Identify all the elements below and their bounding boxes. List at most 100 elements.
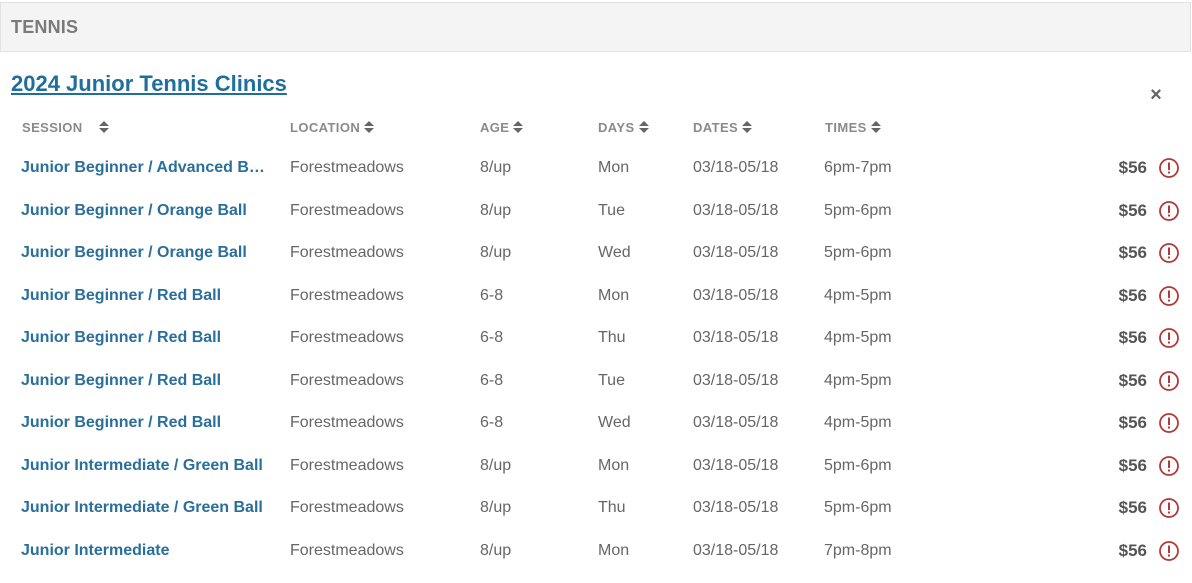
session-link[interactable]: Junior Beginner / Red Ball — [21, 371, 271, 391]
age-cell: 8/up — [480, 159, 512, 176]
price-cell: $56 — [1118, 498, 1147, 517]
alert-circle-icon[interactable] — [1158, 200, 1180, 222]
dates-cell: 03/18-05/18 — [693, 244, 779, 261]
column-header-label: SESSION — [22, 119, 83, 135]
times-cell: 7pm-8pm — [824, 541, 892, 559]
location-cell: Forestmeadows — [290, 201, 404, 219]
table-row[interactable]: Junior Intermediate Forestmeadows 8/up Mon 0… — [0, 541, 1192, 583]
times-cell: 5pm-6pm — [824, 456, 892, 474]
alert-circle-icon[interactable] — [1158, 370, 1180, 392]
dates-cell: 03/18-05/18 — [693, 286, 779, 304]
table-row[interactable]: Junior Beginner / Red Ball Forestmeadows 6… — [0, 328, 1192, 370]
price-cell: $56 — [1118, 370, 1147, 390]
column-header-label: AGE — [480, 119, 510, 135]
age-cell: 6-8 — [480, 329, 504, 346]
column-header-session[interactable]: SESSION — [22, 119, 109, 135]
times-cell: 5pm-6pm — [824, 201, 892, 219]
price-cell: $56 — [1118, 200, 1147, 220]
alert-circle-icon[interactable] — [1158, 540, 1180, 562]
dates-cell: 03/18-05/18 — [693, 371, 779, 389]
age-cell: 8/up — [480, 244, 512, 261]
age-cell: 6-8 — [480, 371, 504, 389]
column-header-label: DATES — [693, 119, 739, 135]
session-link[interactable]: Junior Beginner / Advanced B… — [21, 158, 271, 178]
section-header: TENNIS — [0, 2, 1191, 52]
table-row[interactable]: Junior Beginner / Red Ball Forestmeadows 6… — [0, 286, 1192, 328]
location-cell: Forestmeadows — [290, 371, 404, 389]
price-cell: $56 — [1118, 285, 1147, 305]
days-cell: Wed — [598, 414, 631, 431]
column-header-dates[interactable]: DATES — [693, 119, 753, 135]
sort-icon[interactable] — [364, 119, 375, 135]
location-cell: Forestmeadows — [290, 414, 404, 431]
times-cell: 4pm-5pm — [824, 371, 892, 389]
session-link[interactable]: Junior Intermediate / Green Ball — [21, 456, 271, 476]
sort-icon[interactable] — [638, 119, 649, 135]
price-cell: $56 — [1118, 540, 1147, 560]
days-cell: Mon — [598, 541, 630, 559]
column-header-age[interactable]: AGE — [480, 119, 524, 135]
dates-cell: 03/18-05/18 — [693, 329, 779, 346]
alert-circle-icon[interactable] — [1158, 285, 1180, 307]
location-cell: Forestmeadows — [290, 286, 404, 304]
table-row[interactable]: Junior Intermediate / Green Ball Forestme… — [0, 498, 1192, 540]
days-cell: Mon — [598, 456, 630, 474]
alert-circle-icon[interactable] — [1158, 412, 1180, 434]
location-cell: Forestmeadows — [290, 244, 404, 261]
alert-circle-icon[interactable] — [1158, 497, 1180, 519]
location-cell: Forestmeadows — [290, 499, 404, 516]
section-title: TENNIS — [11, 17, 79, 37]
dates-cell: 03/18-05/18 — [693, 414, 779, 431]
alert-circle-icon[interactable] — [1158, 157, 1180, 179]
age-cell: 8/up — [480, 499, 512, 516]
location-cell: Forestmeadows — [290, 159, 404, 176]
column-header-days[interactable]: DAYS — [598, 119, 649, 135]
session-link[interactable]: Junior Beginner / Orange Ball — [21, 201, 271, 221]
age-cell: 8/up — [480, 456, 512, 474]
session-link[interactable]: Junior Beginner / Orange Ball — [21, 243, 271, 263]
session-link[interactable]: Junior Intermediate / Green Ball — [21, 498, 271, 518]
sort-icon[interactable] — [870, 119, 881, 135]
age-cell: 8/up — [480, 541, 512, 559]
session-link[interactable]: Junior Beginner / Red Ball — [21, 413, 271, 433]
table-row[interactable]: Junior Beginner / Advanced B… Forestmeado… — [0, 158, 1192, 200]
days-cell: Tue — [598, 201, 625, 219]
column-header-times[interactable]: TIMES — [825, 119, 881, 135]
days-cell: Thu — [598, 499, 626, 516]
days-cell: Mon — [598, 159, 630, 176]
table-row[interactable]: Junior Beginner / Red Ball Forestmeadows 6… — [0, 371, 1192, 413]
column-header-location[interactable]: LOCATION — [290, 119, 375, 135]
program-title-link[interactable]: 2024 Junior Tennis Clinics — [11, 71, 287, 97]
location-cell: Forestmeadows — [290, 329, 404, 346]
dates-cell: 03/18-05/18 — [693, 201, 779, 219]
sort-icon[interactable] — [742, 119, 753, 135]
alert-circle-icon[interactable] — [1158, 327, 1180, 349]
column-header-label: TIMES — [825, 119, 867, 135]
days-cell: Thu — [598, 329, 626, 346]
age-cell: 6-8 — [480, 414, 504, 431]
times-cell: 4pm-5pm — [824, 286, 892, 304]
table-row[interactable]: Junior Beginner / Orange Ball Forestmeado… — [0, 243, 1192, 285]
session-link[interactable]: Junior Beginner / Red Ball — [21, 328, 271, 348]
table-row[interactable]: Junior Intermediate / Green Ball Forestme… — [0, 456, 1192, 498]
alert-circle-icon[interactable] — [1158, 455, 1180, 477]
sort-icon[interactable] — [98, 119, 109, 135]
alert-circle-icon[interactable] — [1158, 242, 1180, 264]
session-link[interactable]: Junior Beginner / Red Ball — [21, 286, 271, 306]
times-cell: 5pm-6pm — [824, 244, 892, 261]
price-cell: $56 — [1118, 328, 1147, 347]
column-header-label: LOCATION — [290, 119, 361, 135]
days-cell: Tue — [598, 371, 625, 389]
table-row[interactable]: Junior Beginner / Red Ball Forestmeadows 6… — [0, 413, 1192, 455]
sort-icon[interactable] — [513, 119, 524, 135]
close-icon[interactable]: × — [1145, 84, 1167, 106]
table-row[interactable]: Junior Beginner / Orange Ball Forestmeado… — [0, 201, 1192, 243]
times-cell: 4pm-5pm — [824, 329, 892, 346]
days-cell: Wed — [598, 244, 631, 261]
days-cell: Mon — [598, 286, 630, 304]
dates-cell: 03/18-05/18 — [693, 499, 779, 516]
location-cell: Forestmeadows — [290, 541, 404, 559]
times-cell: 5pm-6pm — [824, 499, 892, 516]
price-cell: $56 — [1118, 455, 1147, 475]
session-link[interactable]: Junior Intermediate — [21, 541, 271, 561]
